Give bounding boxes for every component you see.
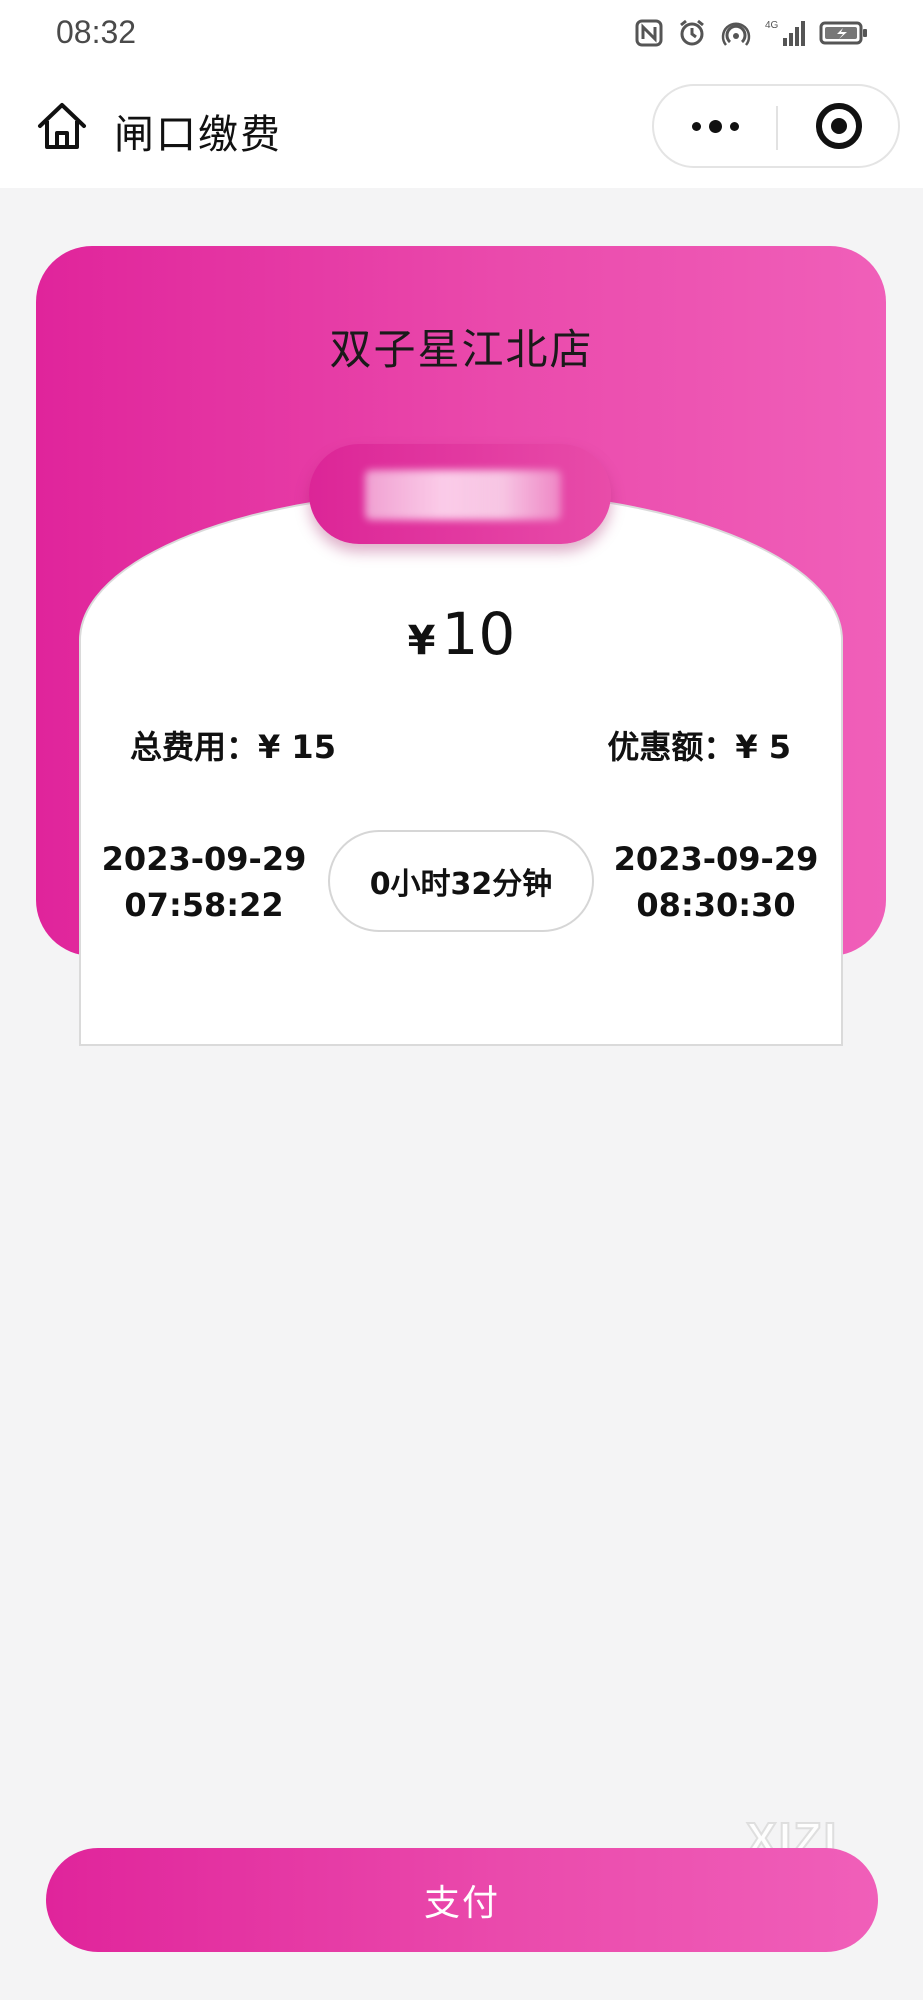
amount-due: ¥10 (0, 600, 923, 668)
battery-icon (819, 21, 867, 45)
alarm-icon (680, 19, 704, 46)
home-icon (38, 103, 86, 149)
parking-duration: 0小时32分钟 (328, 830, 594, 932)
status-icons: 4G (635, 16, 869, 50)
status-time: 08:32 (56, 14, 137, 50)
exit-time-block: 2023-09-29 08:30:30 (606, 836, 826, 928)
more-dots-icon (691, 121, 701, 131)
store-name: 双子星江北店 (329, 325, 594, 374)
mini-program-capsule (652, 84, 900, 168)
target-circle-icon (816, 103, 862, 149)
exit-time: 08:30:30 (636, 886, 796, 924)
entry-time-block: 2023-09-29 07:58:22 (94, 836, 314, 928)
total-fee-value: ¥ 15 (258, 728, 336, 766)
discount-value: ¥ 5 (735, 728, 791, 766)
signal-icon: 4G (765, 20, 805, 46)
close-button[interactable] (778, 86, 900, 166)
discount-label: 优惠额： (607, 728, 736, 766)
page-title: 闸口缴费 (114, 112, 282, 158)
pay-button[interactable]: 支付 (46, 1848, 878, 1952)
more-dot-right (729, 121, 739, 131)
license-plate-number (365, 470, 561, 520)
payment-details-card (79, 490, 843, 1046)
amount-value: 10 (441, 600, 516, 668)
nfc-icon (635, 19, 663, 47)
more-button[interactable] (654, 86, 776, 166)
nav-bar: 闸口缴费 (0, 68, 923, 188)
license-plate-badge (309, 444, 611, 544)
total-fee-label: 总费用： (130, 728, 259, 766)
network-label: 4G (765, 20, 779, 31)
discount: 优惠额：¥ 5 (607, 722, 791, 768)
entry-date: 2023-09-29 (101, 840, 307, 878)
exit-date: 2023-09-29 (613, 840, 819, 878)
home-button[interactable] (34, 98, 90, 154)
total-fee: 总费用：¥ 15 (130, 722, 336, 768)
entry-time: 07:58:22 (124, 886, 284, 924)
status-bar: 08:32 4G (0, 0, 923, 68)
hotspot-icon (721, 22, 751, 46)
currency-symbol: ¥ (407, 618, 436, 664)
more-dot-center (708, 119, 722, 133)
target-circle-center (831, 118, 847, 134)
